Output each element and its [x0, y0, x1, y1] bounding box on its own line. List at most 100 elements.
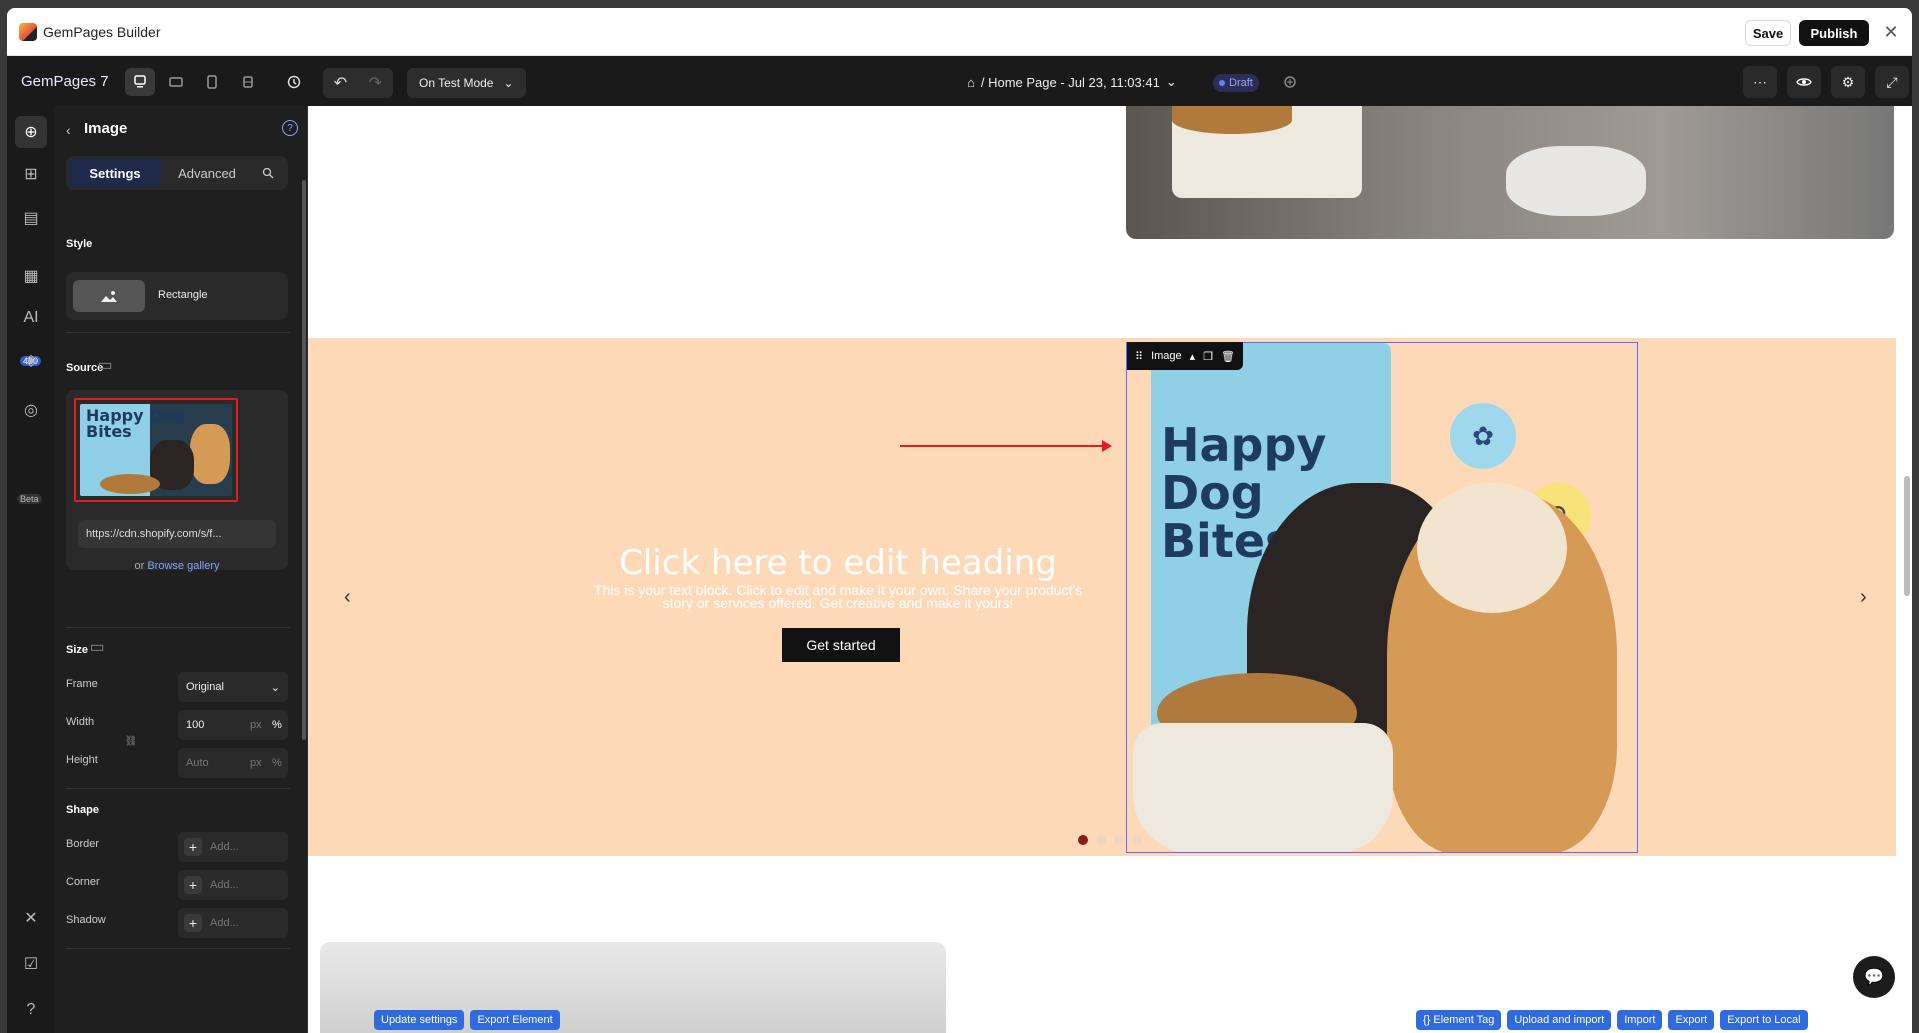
import-button[interactable]: Import — [1617, 1010, 1663, 1030]
height-label: Height — [66, 754, 98, 766]
templates-icon[interactable]: ▦ — [15, 260, 47, 292]
history-icon[interactable] — [279, 68, 309, 96]
export-local-button[interactable]: Export to Local — [1720, 1010, 1808, 1030]
corner-add-text: Add... — [210, 879, 239, 891]
next-slide-icon[interactable]: › — [1860, 586, 1867, 609]
width-unit-percent[interactable]: % — [272, 719, 282, 731]
border-add[interactable]: + Add... — [178, 832, 288, 862]
source-url[interactable]: https://cdn.shopify.com/s/f... — [78, 520, 276, 548]
caret-up-icon[interactable]: ▴ — [1190, 350, 1196, 363]
app-logo — [19, 23, 37, 41]
device-switcher — [125, 68, 263, 96]
size-heading: Size — [66, 644, 89, 656]
prev-slide-icon[interactable]: ‹ — [344, 586, 351, 609]
duplicate-icon[interactable]: ❐ — [1203, 350, 1213, 363]
hero-carousel: ‹ › Click here to edit heading This is y… — [308, 338, 1896, 856]
tablet-icon[interactable] — [197, 68, 227, 96]
checklist-icon[interactable]: ☑ — [15, 948, 47, 980]
source-card: Happy Dog Bites https://cdn.shopify.com/… — [66, 390, 288, 572]
add-element-icon[interactable]: ⊕ — [15, 116, 47, 148]
update-settings-button[interactable]: Update settings — [374, 1010, 465, 1030]
tab-advanced[interactable]: Advanced — [161, 159, 253, 187]
desktop-icon[interactable] — [125, 68, 155, 96]
link-icon[interactable]: ⛓ — [122, 732, 140, 750]
carousel-dot[interactable] — [1132, 835, 1142, 845]
pages-icon[interactable]: ▤ — [15, 202, 47, 234]
status-badge: Draft — [1213, 74, 1259, 92]
image-toolbar-label[interactable]: Image — [1151, 350, 1182, 362]
carousel-dot[interactable] — [1096, 835, 1106, 845]
help-icon[interactable]: ? — [15, 994, 47, 1026]
x-icon[interactable]: ✕ — [15, 902, 47, 934]
layers-icon[interactable]: ◈ — [15, 344, 47, 376]
get-started-button[interactable]: Get started — [782, 628, 900, 662]
sections-icon[interactable]: ⊞ — [15, 158, 47, 190]
divider — [66, 627, 290, 628]
export-element-button[interactable]: Export Element — [470, 1010, 560, 1030]
redo-icon[interactable]: ↷ — [358, 68, 393, 98]
mobile-icon[interactable] — [233, 68, 263, 96]
publish-button[interactable]: Publish — [1799, 20, 1869, 46]
browse-gallery-link[interactable]: Browse gallery — [147, 560, 219, 572]
height-unit-px[interactable]: px — [250, 757, 262, 769]
height-placeholder: Auto — [186, 757, 209, 769]
save-button[interactable]: Save — [1745, 20, 1791, 46]
selected-image[interactable]: Happy Dog Bites ✿ ⚲ — [1126, 342, 1638, 853]
hero-text[interactable]: This is your text block. Click to edit a… — [588, 583, 1088, 610]
expand-icon[interactable]: ⤢ — [1875, 66, 1909, 98]
app-window: GemPages Builder Save Publish ✕ GemPages… — [7, 8, 1912, 1033]
mode-select[interactable]: On Test Mode ⌄ — [407, 68, 526, 98]
frame-value: Original — [186, 681, 224, 693]
status-label: Draft — [1229, 77, 1253, 89]
drag-handle-icon[interactable]: ⠿ — [1135, 350, 1143, 363]
height-input[interactable]: Auto px % — [178, 748, 288, 778]
eye-icon[interactable] — [1787, 66, 1821, 98]
style-option[interactable]: Rectangle — [66, 272, 288, 320]
carousel-dot[interactable] — [1078, 835, 1088, 845]
plus-icon: + — [184, 876, 202, 894]
carousel-dots — [1078, 835, 1142, 845]
shadow-add[interactable]: + Add... — [178, 908, 288, 938]
divider — [66, 788, 290, 789]
hero-heading[interactable]: Click here to edit heading — [588, 543, 1088, 583]
mode-label: On Test Mode — [419, 76, 494, 90]
ai-icon[interactable]: AI — [15, 302, 47, 334]
chat-icon[interactable]: 💬 — [1853, 956, 1895, 998]
bag-text-line: Happy — [1161, 418, 1327, 472]
frame-select[interactable]: Original ⌄ — [178, 672, 288, 702]
undo-icon[interactable]: ↶ — [323, 68, 358, 98]
chevron-down-icon: ⌄ — [503, 76, 514, 90]
upload-import-button[interactable]: Upload and import — [1507, 1010, 1612, 1030]
shadow-add-text: Add... — [210, 917, 239, 929]
top-image[interactable] — [1126, 106, 1894, 239]
desktop-icon: ▭ — [97, 357, 113, 374]
search-icon[interactable] — [253, 167, 283, 179]
gear-icon[interactable]: ⚙ — [1831, 66, 1865, 98]
canvas-scrollbar[interactable] — [1904, 476, 1910, 596]
more-icon[interactable]: ⋯ — [1743, 66, 1777, 98]
corner-add[interactable]: + Add... — [178, 870, 288, 900]
tab-settings[interactable]: Settings — [69, 159, 161, 187]
page-title: / Home Page - Jul 23, 11:03:41 — [980, 74, 1160, 90]
or-label: or — [134, 560, 145, 572]
close-icon[interactable]: ✕ — [1879, 20, 1903, 44]
carousel-dot[interactable] — [1114, 835, 1124, 845]
corner-label: Corner — [66, 876, 100, 888]
width-input[interactable]: 100 px % — [178, 710, 288, 740]
element-tag-button[interactable]: {} Element Tag — [1416, 1010, 1502, 1030]
beta-tool-icon[interactable]: ◎ — [15, 394, 47, 426]
width-value: 100 — [186, 719, 205, 731]
sync-icon[interactable] — [1275, 68, 1305, 96]
trash-icon[interactable]: 🗑 — [1221, 350, 1235, 363]
tablet-landscape-icon[interactable] — [161, 68, 191, 96]
panel-scrollbar[interactable] — [302, 180, 306, 740]
source-thumbnail[interactable]: Happy Dog Bites — [74, 398, 238, 502]
right-tools: ⋯ ⚙ ⤢ — [1743, 66, 1909, 98]
back-icon[interactable]: ‹ — [66, 122, 71, 138]
page-breadcrumb[interactable]: ⌂ / Home Page - Jul 23, 11:03:41 ⌄ — [967, 74, 1177, 90]
export-button[interactable]: Export — [1668, 1010, 1715, 1030]
width-unit-px[interactable]: px — [250, 719, 262, 731]
help-icon[interactable]: ? — [282, 120, 298, 136]
height-unit-percent[interactable]: % — [272, 757, 282, 769]
image-icon — [73, 280, 145, 312]
